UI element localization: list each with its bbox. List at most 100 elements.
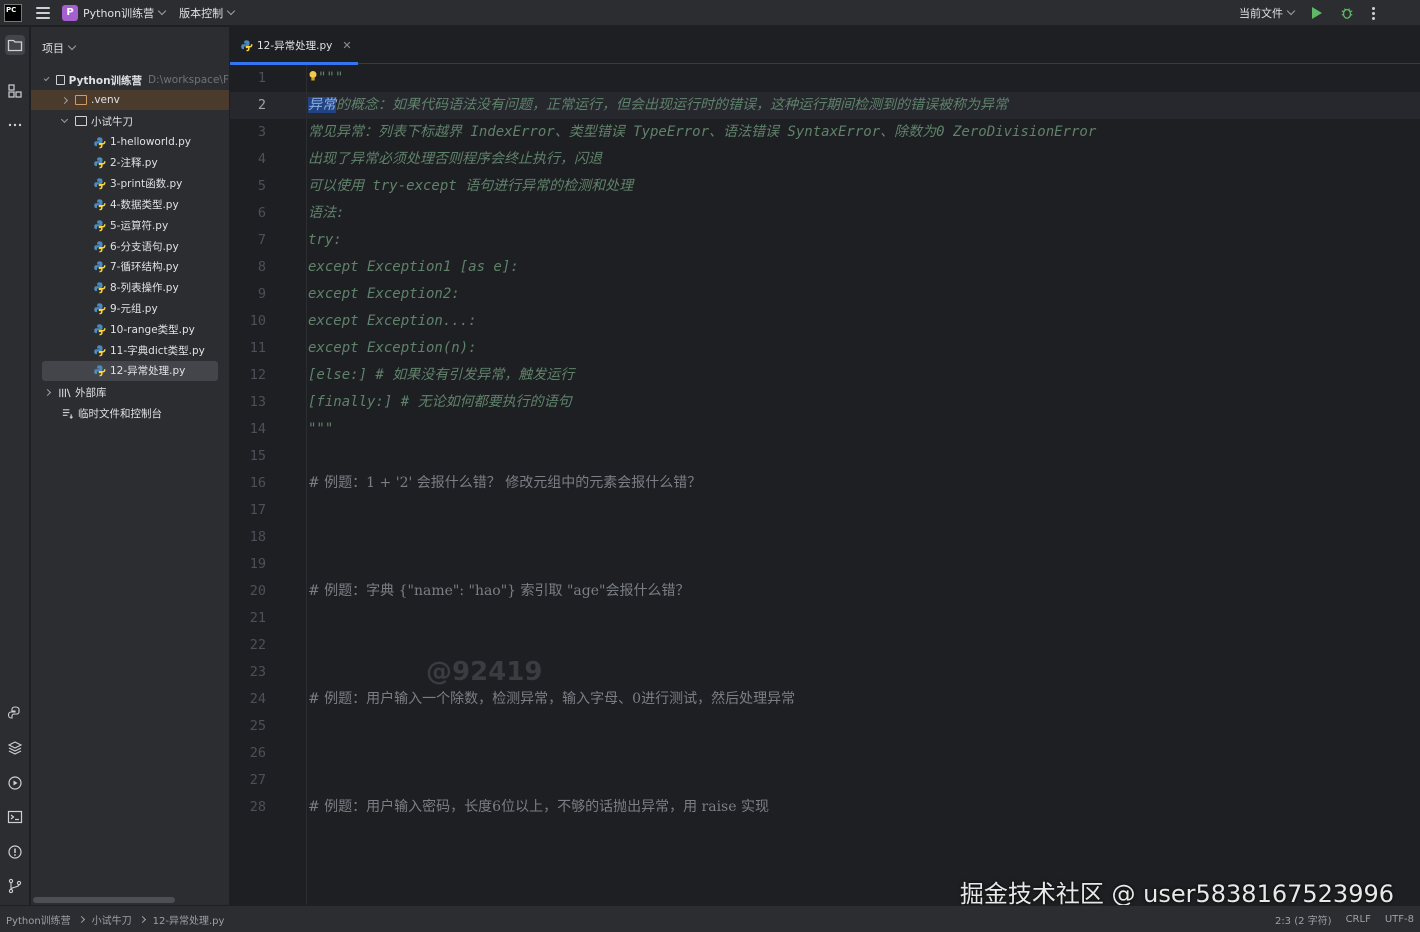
project-tool-icon[interactable] [5, 35, 25, 55]
tree-root[interactable]: Python训练营 D:\workspace\F [31, 70, 229, 90]
project-panel-title: 项目 [42, 42, 64, 55]
code-line[interactable]: 异常的概念：如果代码语法没有问题，正常运行，但会出现运行时的错误，这种运行期间检… [308, 92, 1008, 119]
line-number: 16 [249, 475, 266, 491]
tree-item-file[interactable]: 1-helloworld.py [31, 132, 229, 152]
main-menu-icon[interactable] [36, 6, 50, 19]
python-console-icon[interactable] [5, 703, 25, 723]
file-label: 2-注释.py [110, 157, 158, 170]
line-number: 21 [249, 610, 266, 626]
code-line[interactable]: except Exception(n): [308, 335, 477, 362]
chevron-down-icon [60, 115, 69, 124]
line-number: 19 [249, 556, 266, 572]
git-icon[interactable] [5, 876, 25, 896]
code-line[interactable]: # 例题：1 + '2' 会报什么错？ 修改元组中的元素会报什么错？ [308, 470, 701, 497]
line-number: 2 [257, 97, 266, 113]
folder-icon [75, 116, 87, 126]
tree-item-file[interactable]: 3-print函数.py [31, 174, 229, 194]
watermark-site: 掘金技术社区 @ user5838167523996 [959, 880, 1394, 908]
tree-item-external-libs[interactable]: 外部库 [31, 382, 229, 402]
code-editor[interactable]: 1 """ 2 异常的概念：如果代码语法没有问题，正常运行，但会出现运行时的错误，这种… [230, 65, 1420, 905]
tree-item-file[interactable]: 7-循环结构.py [31, 257, 229, 277]
run-config-selector[interactable]: 当前文件 [1239, 5, 1296, 21]
python-file-icon [94, 199, 106, 211]
code-line[interactable]: [else:] # 如果没有引发异常，触发运行 [308, 362, 574, 389]
python-packages-icon[interactable] [5, 738, 25, 758]
scratches-icon [62, 408, 74, 419]
python-file-icon [94, 240, 106, 252]
code-line[interactable]: [finally:] # 无论如何都要执行的语句 [308, 389, 572, 416]
line-number: 9 [257, 286, 266, 302]
problems-icon[interactable] [5, 842, 25, 862]
project-panel-header[interactable]: 项目 [42, 40, 77, 56]
code-line[interactable]: 可以使用 try-except 语句进行异常的检测和处理 [308, 173, 633, 200]
debug-icon[interactable] [1340, 6, 1354, 20]
tree-item-file[interactable]: 11-字典dict类型.py [31, 340, 229, 360]
breadcrumb-item[interactable]: 小试牛刀 [92, 912, 132, 927]
selected-text: 异常 [308, 97, 336, 113]
line-number: 5 [257, 178, 266, 194]
vcs-menu[interactable]: 版本控制 [179, 5, 236, 21]
project-badge[interactable]: P [62, 4, 78, 21]
code-line[interactable]: # 例题：用户输入一个除数，检测异常，输入字母、0进行测试，然后处理异常 [308, 686, 795, 713]
file-encoding[interactable]: UTF-8 [1385, 914, 1414, 925]
line-number: 28 [249, 799, 266, 815]
chevron-down-icon [226, 6, 236, 15]
breadcrumb-item[interactable]: Python训练营 [6, 912, 71, 927]
tree-item-venv[interactable]: .venv [31, 90, 229, 110]
tree-item-file[interactable]: 2-注释.py [31, 153, 229, 173]
file-label: 3-print函数.py [110, 178, 183, 191]
tree-item-file[interactable]: 12-异常处理.py [42, 360, 218, 381]
horizontal-scrollbar[interactable] [33, 897, 175, 903]
line-number: 8 [257, 259, 266, 275]
line-number: 4 [257, 151, 266, 167]
python-file-icon [94, 365, 106, 377]
tree-item-file[interactable]: 5-运算符.py [31, 215, 229, 235]
breadcrumb-item[interactable]: 12-异常处理.py [153, 912, 225, 927]
line-number: 15 [249, 448, 266, 464]
code-line[interactable]: except Exception...: [308, 308, 477, 335]
tree-item-folder[interactable]: 小试牛刀 [31, 111, 229, 131]
code-line[interactable]: except Exception2: [308, 281, 460, 308]
code-line[interactable]: try: [308, 227, 342, 254]
more-options-icon[interactable] [1372, 6, 1376, 20]
library-icon [59, 388, 71, 397]
code-line[interactable]: except Exception1 [as e]: [308, 254, 519, 281]
python-file-icon [94, 136, 106, 148]
tree-item-file[interactable]: 6-分支语句.py [31, 236, 229, 256]
lightbulb-icon[interactable] [308, 70, 318, 82]
code-line[interactable]: # 例题：字典 {"name": "hao"} 索引取 "age"会报什么错？ [308, 578, 689, 605]
services-icon[interactable] [5, 773, 25, 793]
python-file-icon [94, 220, 106, 232]
run-icon[interactable] [1312, 7, 1322, 19]
line-number: 20 [249, 583, 266, 599]
pycharm-logo-icon: PC [4, 3, 22, 22]
code-line[interactable]: 语法: [308, 200, 344, 227]
caret-position[interactable]: 2:3 (2 字符) [1275, 912, 1332, 927]
tree-item-file[interactable]: 9-元组.py [31, 298, 229, 318]
tree-item-scratches[interactable]: 临时文件和控制台 [31, 403, 229, 423]
project-panel: 项目 Python训练营 D:\workspace\F .venv 小试牛刀 1… [31, 27, 229, 905]
code-line[interactable]: 出现了异常必须处理否则程序会终止执行，闪退 [308, 146, 602, 173]
structure-tool-icon[interactable] [5, 81, 25, 101]
tab-current-file[interactable]: 12-异常处理.py ✕ [230, 27, 358, 65]
code-line[interactable]: # 例题：用户输入密码，长度6位以上，不够的话抛出异常，用 raise 实现 [308, 794, 769, 821]
tree-item-file[interactable]: 4-数据类型.py [31, 194, 229, 214]
line-number: 7 [257, 232, 266, 248]
project-switcher[interactable]: Python训练营 [83, 5, 167, 21]
status-bar: Python训练营 小试牛刀 12-异常处理.py 2:3 (2 字符) CRLF … [0, 905, 1420, 932]
line-number: 12 [249, 367, 266, 383]
terminal-icon[interactable] [5, 807, 25, 827]
line-number: 22 [249, 637, 266, 653]
close-icon[interactable]: ✕ [342, 39, 351, 52]
more-tools-icon[interactable] [5, 115, 25, 135]
tree-item-file[interactable]: 10-range类型.py [31, 319, 229, 339]
code-line[interactable]: """ [308, 65, 343, 92]
chevron-down-icon [67, 41, 77, 51]
line-number: 6 [257, 205, 266, 221]
code-line[interactable]: """ [308, 416, 333, 443]
tree-item-file[interactable]: 8-列表操作.py [31, 278, 229, 298]
file-label: 7-循环结构.py [110, 261, 179, 274]
file-label: 5-运算符.py [110, 219, 169, 232]
line-separator[interactable]: CRLF [1346, 914, 1371, 925]
code-line[interactable]: 常见异常：列表下标越界 IndexError、类型错误 TypeError、语法… [308, 119, 1096, 146]
